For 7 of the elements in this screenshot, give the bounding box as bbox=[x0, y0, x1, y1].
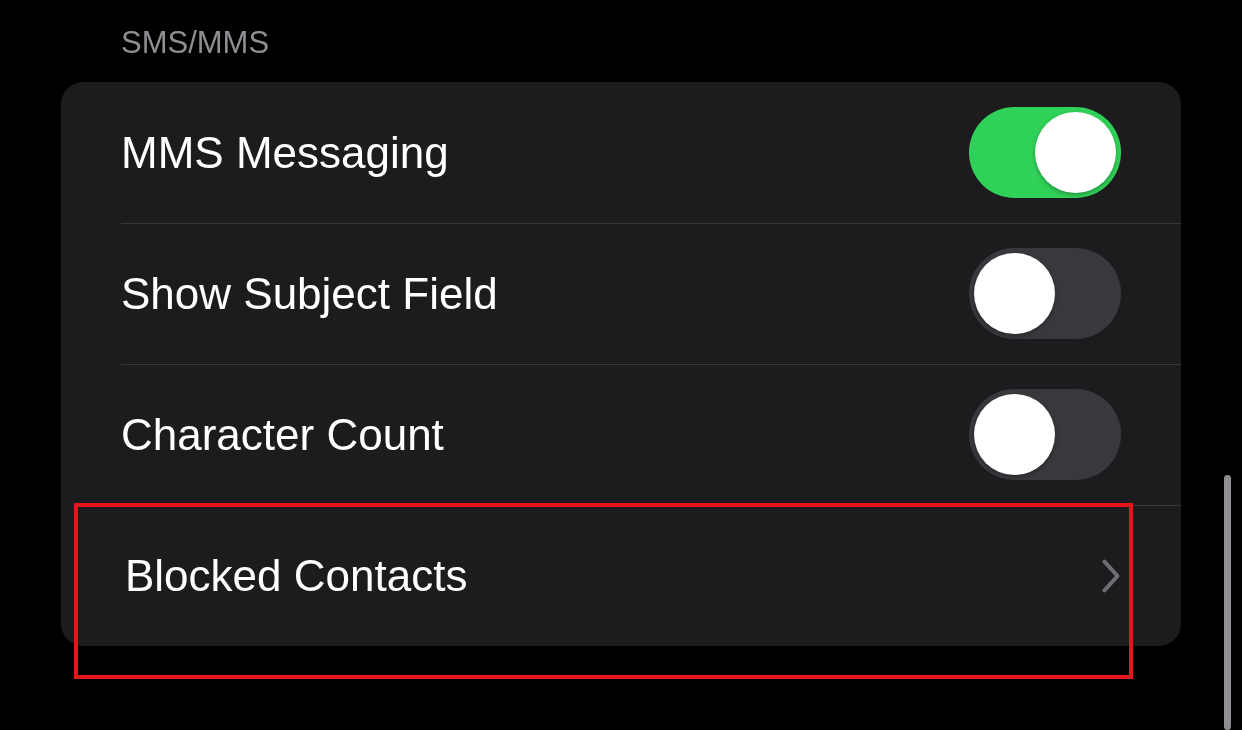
settings-row[interactable]: Blocked Contacts bbox=[61, 505, 1181, 646]
chevron-icon bbox=[1101, 558, 1121, 593]
section-header: SMS/MMS bbox=[121, 24, 270, 62]
setting-label: Character Count bbox=[121, 409, 444, 460]
setting-label: Blocked Contacts bbox=[125, 550, 468, 601]
setting-label: Show Subject Field bbox=[121, 268, 498, 319]
setting-label: MMS Messaging bbox=[121, 127, 449, 178]
